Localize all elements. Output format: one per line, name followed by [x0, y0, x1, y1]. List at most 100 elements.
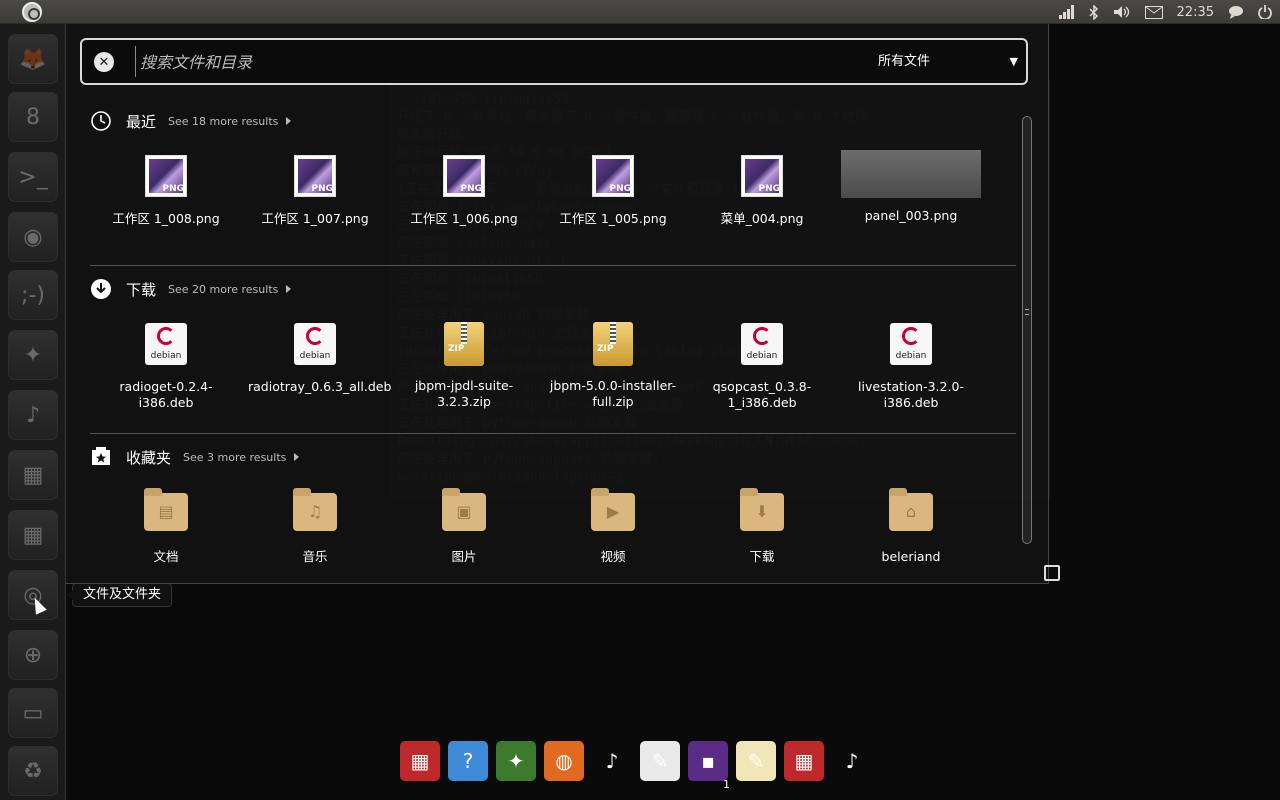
result-tile[interactable]: debian radiotray_0.6.3_all.deb — [248, 320, 391, 395]
editor-app-icon[interactable]: ✎ — [640, 741, 680, 781]
result-tile[interactable]: PNG 工作区 1_005.png — [546, 152, 680, 227]
clear-search-icon[interactable]: ✕ — [94, 52, 114, 72]
launcher-glyph: ▦ — [22, 522, 44, 548]
scrollbar-grip[interactable] — [1025, 309, 1029, 315]
group-header-favorites: 收藏夹 See 3 more results — [90, 446, 300, 468]
result-tile[interactable]: ▤ 文档 — [99, 487, 233, 565]
result-tile[interactable]: ▶ 视频 — [546, 487, 680, 565]
bookmark-star-icon — [90, 446, 112, 468]
launcher-workspaces-1-icon[interactable]: ▦ — [8, 450, 58, 500]
hummingbird-app-icon[interactable]: ✦ — [496, 741, 536, 781]
result-label: 菜单_004.png — [720, 211, 804, 226]
mail-icon[interactable] — [1144, 0, 1163, 24]
music-app-icon[interactable]: ♪ — [592, 741, 632, 781]
panel-thumbnail[interactable] — [841, 150, 981, 198]
result-label: 音乐 — [302, 549, 328, 564]
launcher-files-lens-icon[interactable]: ◎ — [8, 570, 58, 620]
result-tile[interactable]: debian qsopcast_0.3.8-1_i386.deb — [695, 320, 829, 411]
result-tile[interactable]: PNG 工作区 1_006.png — [397, 152, 531, 227]
indicator-area: 22:35 — [1058, 0, 1272, 24]
launcher-glyph: >_ — [18, 164, 48, 190]
filter-label: 所有文件 — [878, 54, 931, 69]
more-results-link[interactable]: See 20 more results — [168, 283, 278, 296]
power-icon[interactable] — [1258, 0, 1272, 24]
result-tile[interactable]: PNG 菜单_004.png — [695, 152, 829, 227]
launcher-workspaces-2-icon[interactable]: ▦ — [8, 510, 58, 560]
result-tile[interactable]: ZIP jbpm-jpdl-suite-3.2.3.zip — [397, 320, 531, 410]
file-type-filter[interactable]: 所有文件 ▼ — [878, 49, 1018, 75]
result-label: 工作区 1_006.png — [410, 211, 518, 226]
launcher: 🦊 8 >_ ◉ ;-) ✦ ♪ ▦ ▦ ◎ ⊕ ▭ ♻ — [0, 24, 66, 800]
result-tile[interactable]: ♫ 音乐 — [248, 487, 382, 565]
result-tile[interactable]: debian radioget-0.2.4-i386.deb — [99, 320, 233, 411]
png-file-icon: PNG — [291, 155, 339, 203]
firefox-app-icon[interactable]: ◍ — [544, 741, 584, 781]
download-icon — [90, 278, 112, 300]
debian-package-icon: debian — [738, 323, 786, 371]
launcher-glyph: ▭ — [22, 700, 44, 726]
zip-archive-icon: ZIP — [589, 322, 637, 370]
resize-handle-icon[interactable] — [1044, 565, 1060, 581]
chevron-right-icon — [286, 285, 292, 293]
debian-package-icon: debian — [887, 323, 935, 371]
launcher-firefox-icon[interactable]: 🦊 — [8, 34, 58, 84]
launcher-glyph: ♻ — [23, 758, 43, 784]
launcher-trash-icon[interactable]: ♻ — [8, 746, 58, 796]
launcher-empathy-icon[interactable]: ;-) — [8, 270, 58, 320]
result-tile[interactable]: ⌂ beleriand — [844, 487, 978, 565]
folder-icon: ⬇ — [738, 488, 786, 541]
launcher-speaker-icon[interactable]: ◉ — [8, 212, 58, 262]
bottom-dock: ▦? ✦ ◍ ♪ ✎ ▪ 1 ✎ ▦ ♪ — [396, 732, 880, 791]
result-label: panel_003.png — [864, 208, 958, 223]
help-app-icon[interactable]: ? — [448, 741, 488, 781]
launcher-music-icon[interactable]: ♪ — [8, 390, 58, 440]
folder-icon: ▤ — [142, 488, 190, 541]
group-title: 收藏夹 — [126, 448, 172, 467]
launcher-hummingbird-icon[interactable]: ✦ — [8, 330, 58, 380]
launcher-drive-icon[interactable]: ▭ — [8, 688, 58, 738]
launcher-glyph: ✦ — [23, 342, 43, 368]
notes-app-icon[interactable]: ✎ — [736, 741, 776, 781]
search-input[interactable] — [140, 49, 840, 75]
terminal-app-2-icon[interactable]: ▦ — [784, 741, 824, 781]
result-label: radioget-0.2.4-i386.deb — [119, 379, 213, 410]
debian-package-icon: debian — [142, 323, 190, 371]
result-tile[interactable]: debian livestation-3.2.0-i386.deb — [844, 320, 978, 411]
result-tile[interactable]: PNG 工作区 1_008.png — [99, 152, 233, 227]
group-header-downloads: 下载 See 20 more results — [90, 278, 292, 300]
result-label: 工作区 1_005.png — [559, 211, 667, 226]
more-results-link[interactable]: See 3 more results — [183, 451, 286, 464]
volume-icon[interactable] — [1113, 0, 1131, 24]
group-header-recent: 最近 See 18 more results — [90, 110, 292, 132]
search-bar: ✕ 所有文件 ▼ — [80, 38, 1028, 85]
folder-icon: ♫ — [291, 488, 339, 541]
chat-status-icon[interactable] — [1228, 0, 1244, 24]
launcher-terminal-icon[interactable]: >_ — [8, 152, 58, 202]
group-divider — [90, 265, 1016, 266]
clock[interactable]: 22:35 — [1177, 5, 1214, 20]
group-divider — [90, 433, 1016, 434]
more-results-link[interactable]: See 18 more results — [168, 115, 278, 128]
result-tile[interactable]: PNG 工作区 1_007.png — [248, 152, 382, 227]
result-label: 文档 — [153, 549, 179, 564]
dash-scrollbar[interactable] — [1022, 116, 1032, 544]
launcher-people-icon[interactable]: 8 — [8, 92, 58, 142]
result-tile[interactable]: ⬇ 下载 — [695, 487, 829, 565]
network-icon[interactable] — [1058, 0, 1075, 24]
terminal-app-icon[interactable]: ▦ — [400, 741, 440, 781]
result-label: 下载 — [749, 549, 775, 564]
launcher-glyph: ◎ — [23, 582, 43, 608]
workspace-app-icon[interactable]: ▪ 1 — [688, 741, 730, 791]
zip-archive-icon: ZIP — [440, 322, 488, 370]
result-tile[interactable]: ▣ 图片 — [397, 487, 531, 565]
launcher-search-lens-icon[interactable]: ⊕ — [8, 630, 58, 680]
ubuntu-logo-icon[interactable] — [22, 2, 42, 22]
launcher-glyph: ;-) — [21, 282, 45, 308]
result-tile[interactable]: ZIP jbpm-5.0.0-installer-full.zip — [546, 320, 680, 410]
result-label: 图片 — [451, 549, 477, 564]
result-label: 工作区 1_007.png — [261, 211, 369, 226]
launcher-glyph: ♪ — [25, 402, 41, 428]
bluetooth-icon[interactable] — [1089, 0, 1099, 24]
music-app-2-icon[interactable]: ♪ — [832, 741, 872, 781]
result-label: jbpm-5.0.0-installer-full.zip — [549, 378, 677, 409]
